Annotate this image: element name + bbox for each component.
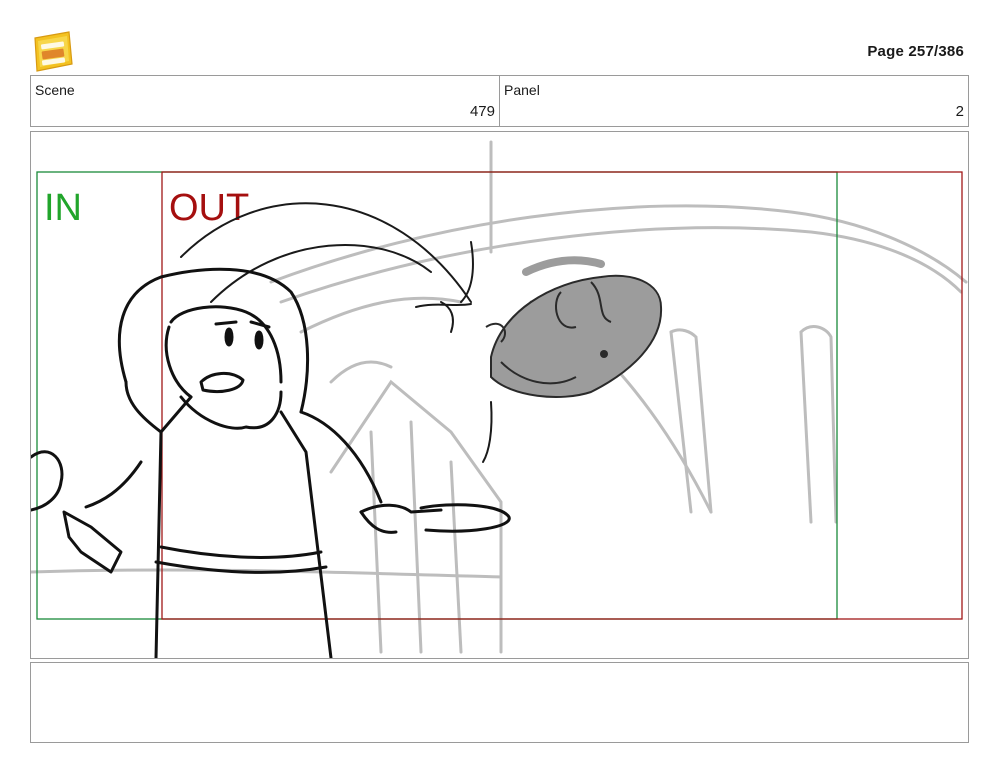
panel-label: Panel [504, 82, 540, 98]
storyboard-drawing: IN OUT [31, 140, 968, 658]
scene-number: 479 [469, 103, 495, 120]
show-logo [31, 30, 74, 73]
hooded-character [31, 267, 511, 658]
scene-cell: Scene 479 [31, 76, 499, 126]
panel-number: 2 [955, 103, 964, 120]
notes-box [30, 662, 969, 743]
page-number: Page 257/386 [867, 43, 964, 60]
panel-cell: Panel 2 [499, 76, 968, 126]
out-label: OUT [169, 187, 249, 229]
flying-creature [485, 256, 663, 398]
storyboard-frame: IN OUT [30, 131, 969, 659]
in-label: IN [44, 187, 82, 229]
scene-panel-info: Scene 479 Panel 2 [30, 75, 969, 127]
scene-label: Scene [35, 82, 75, 98]
